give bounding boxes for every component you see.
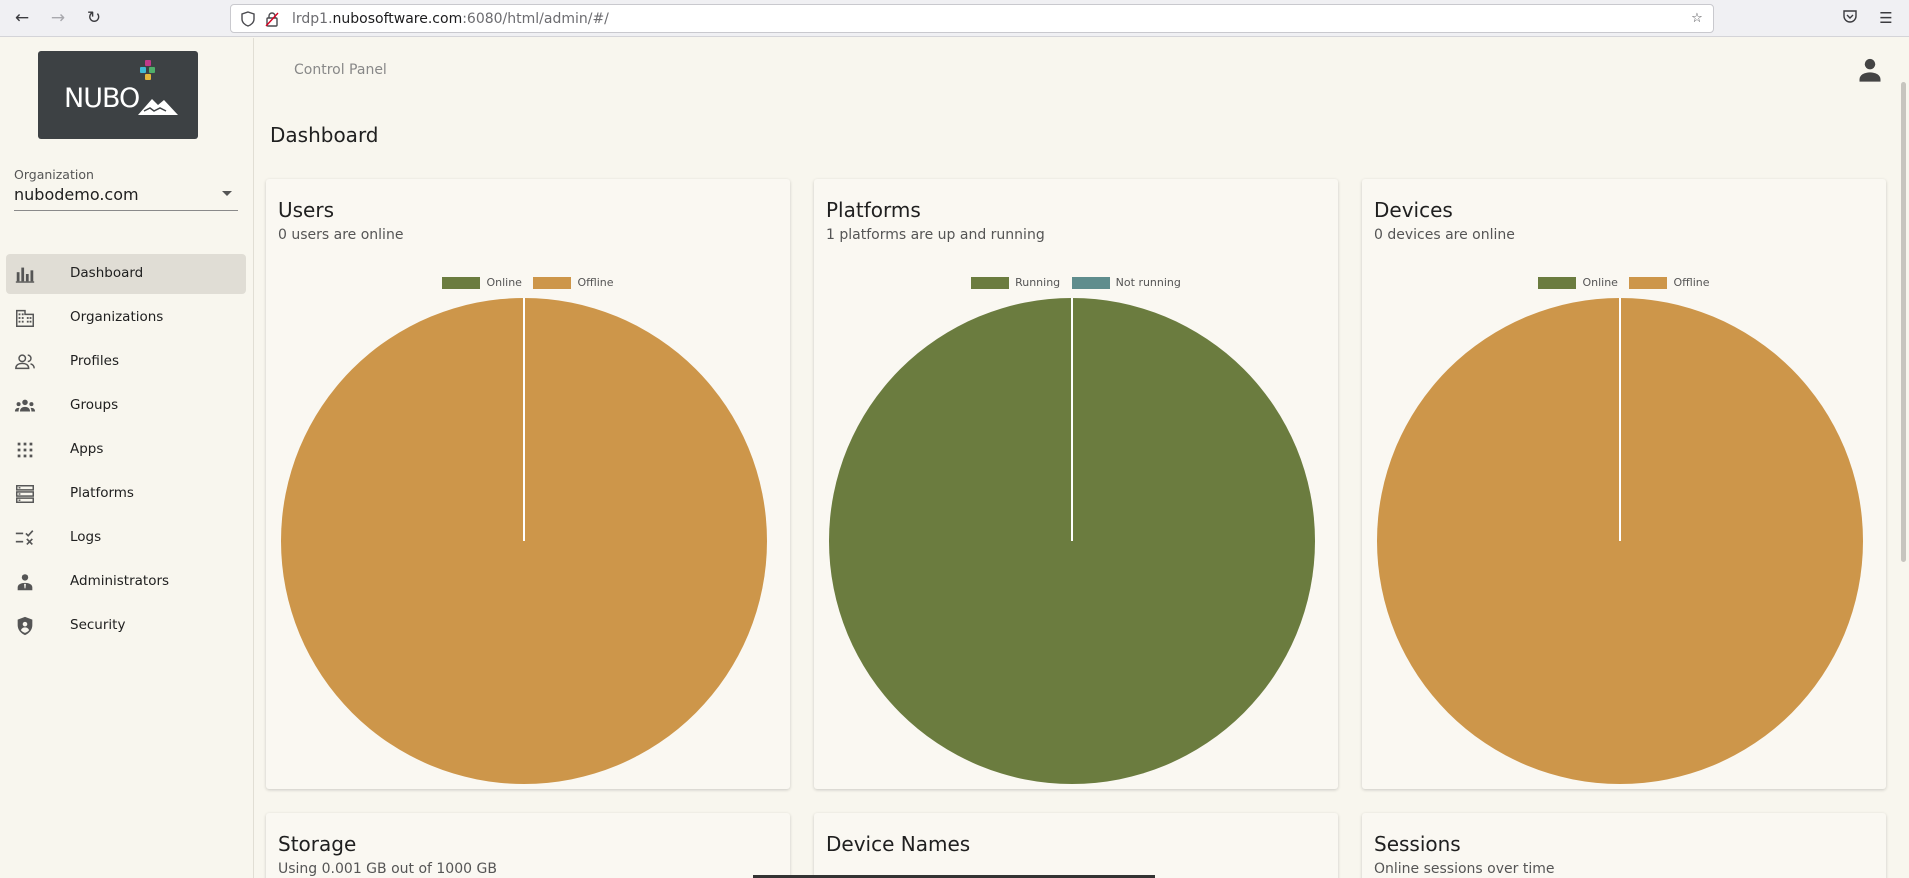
legend-label: Running [1015, 275, 1061, 289]
logo-dot [145, 74, 151, 80]
card-title: Storage [278, 832, 357, 856]
sidebar-item-platforms[interactable]: Platforms [6, 474, 246, 514]
org-label: Organization [14, 167, 94, 182]
sidebar-item-label: Platforms [70, 485, 134, 501]
card-subtitle: Using 0.001 GB out of 1000 GB [278, 861, 497, 877]
page-scrollbar[interactable] [1897, 38, 1909, 878]
back-arrow-icon[interactable]: ← [12, 8, 32, 28]
legend-item-offline[interactable]: Offline [533, 275, 614, 289]
sidebar-item-label: Security [70, 617, 126, 633]
browser-toolbar: ← → ↻ lrdp1.nubosoftware.com:6080/html/a… [0, 0, 1909, 37]
hamburger-menu-icon[interactable]: ☰ [1876, 8, 1896, 28]
people-icon [15, 354, 35, 370]
legend-label: Online [486, 275, 522, 289]
org-value: nubodemo.com [14, 185, 139, 204]
shield-icon [17, 616, 33, 636]
users-pie-chart[interactable] [279, 296, 769, 786]
legend-item-running[interactable]: Running [971, 276, 1060, 289]
legend-item-online[interactable]: Online [442, 275, 522, 289]
bar-chart-icon [15, 267, 35, 283]
forward-arrow-icon[interactable]: → [48, 8, 68, 28]
org-select[interactable]: nubodemo.com [14, 183, 238, 211]
legend-item-offline[interactable]: Offline [1629, 275, 1710, 289]
sidebar-item-apps[interactable]: Apps [6, 430, 246, 470]
legend-item-online[interactable]: Online [1538, 275, 1618, 289]
platforms-pie-chart[interactable] [827, 296, 1317, 786]
reload-icon[interactable]: ↻ [84, 8, 104, 28]
sidebar-item-groups[interactable]: Groups [6, 386, 246, 426]
apps-grid-icon [17, 442, 33, 458]
legend-swatch [1071, 276, 1110, 289]
card-title: Devices [1374, 198, 1453, 222]
nubo-logo[interactable]: NUBO [38, 51, 198, 139]
devices-card: Devices 0 devices are online Online Offl… [1362, 179, 1886, 789]
pocket-icon[interactable] [1840, 8, 1860, 28]
card-title: Sessions [1374, 832, 1461, 856]
bookmark-star-icon[interactable]: ☆ [1689, 11, 1705, 27]
platforms-card: Platforms 1 platforms are up and running… [814, 179, 1338, 789]
logo-dot [149, 67, 155, 73]
sidebar-item-label: Apps [70, 441, 104, 457]
sidebar-item-label: Logs [70, 529, 102, 545]
account-icon[interactable] [1856, 56, 1884, 84]
logo-dot [140, 67, 146, 73]
logo-text: NUBO [64, 83, 140, 114]
card-subtitle: 0 users are online [278, 227, 404, 243]
card-title: Users [278, 198, 335, 222]
sidebar-item-logs[interactable]: Logs [6, 518, 246, 558]
sidebar-item-label: Dashboard [70, 265, 144, 281]
rule-icon [15, 530, 34, 546]
card-subtitle: Online sessions over time [1374, 861, 1555, 877]
card-title: Device Names [826, 832, 971, 856]
legend-swatch [971, 276, 1010, 289]
sidebar-item-organizations[interactable]: Organizations [6, 298, 246, 338]
users-card: Users 0 users are online Online Offline [266, 179, 790, 789]
sidebar-nav: Dashboard Organizations Profiles Groups … [6, 254, 246, 650]
legend-label: Online [1582, 275, 1618, 289]
mountain-icon [138, 99, 178, 115]
building-icon [16, 309, 34, 327]
legend-swatch [442, 276, 481, 289]
chart-legend: Running Not running [814, 275, 1338, 289]
storage-card: Storage Using 0.001 GB out of 1000 GB [266, 813, 790, 878]
legend-label: Offline [577, 275, 614, 289]
page-title: Dashboard [270, 123, 379, 147]
groups-icon [14, 399, 36, 412]
sessions-card: Sessions Online sessions over time [1362, 813, 1886, 878]
chart-legend: Online Offline [1362, 275, 1886, 289]
legend-item-not-running[interactable]: Not running [1071, 275, 1181, 289]
sidebar-item-administrators[interactable]: Administrators [6, 562, 246, 602]
card-subtitle: 0 devices are online [1374, 227, 1515, 243]
sidebar-item-security[interactable]: Security [6, 606, 246, 646]
address-bar[interactable]: lrdp1.nubosoftware.com:6080/html/admin/#… [230, 4, 1714, 33]
sidebar-item-label: Groups [70, 397, 119, 413]
storage-icon [16, 485, 34, 503]
admin-icon [17, 574, 33, 591]
chart-legend: Online Offline [266, 275, 790, 289]
device-names-card: Device Names [814, 813, 1338, 878]
insecure-lock-icon[interactable] [264, 11, 280, 27]
shield-outline-icon[interactable] [240, 11, 256, 27]
legend-swatch [1538, 276, 1577, 289]
logo-dot [145, 60, 151, 66]
scrollbar-thumb[interactable] [1901, 82, 1906, 562]
sidebar-item-profiles[interactable]: Profiles [6, 342, 246, 382]
sidebar: NUBO Organization nubodemo.com Dashboard… [0, 38, 254, 878]
sidebar-item-label: Organizations [70, 309, 164, 325]
control-panel-title: Control Panel [294, 62, 387, 78]
card-title: Platforms [826, 198, 921, 222]
card-subtitle: 1 platforms are up and running [826, 227, 1045, 243]
sidebar-item-label: Administrators [70, 573, 170, 589]
legend-label: Not running [1115, 275, 1181, 289]
legend-swatch [1629, 276, 1668, 289]
legend-swatch [533, 276, 572, 289]
sidebar-item-label: Profiles [70, 353, 120, 369]
devices-pie-chart[interactable] [1375, 296, 1865, 786]
url-text[interactable]: lrdp1.nubosoftware.com:6080/html/admin/#… [292, 11, 609, 27]
legend-label: Offline [1673, 275, 1710, 289]
caret-down-icon [222, 191, 232, 196]
sidebar-item-dashboard[interactable]: Dashboard [6, 254, 246, 294]
